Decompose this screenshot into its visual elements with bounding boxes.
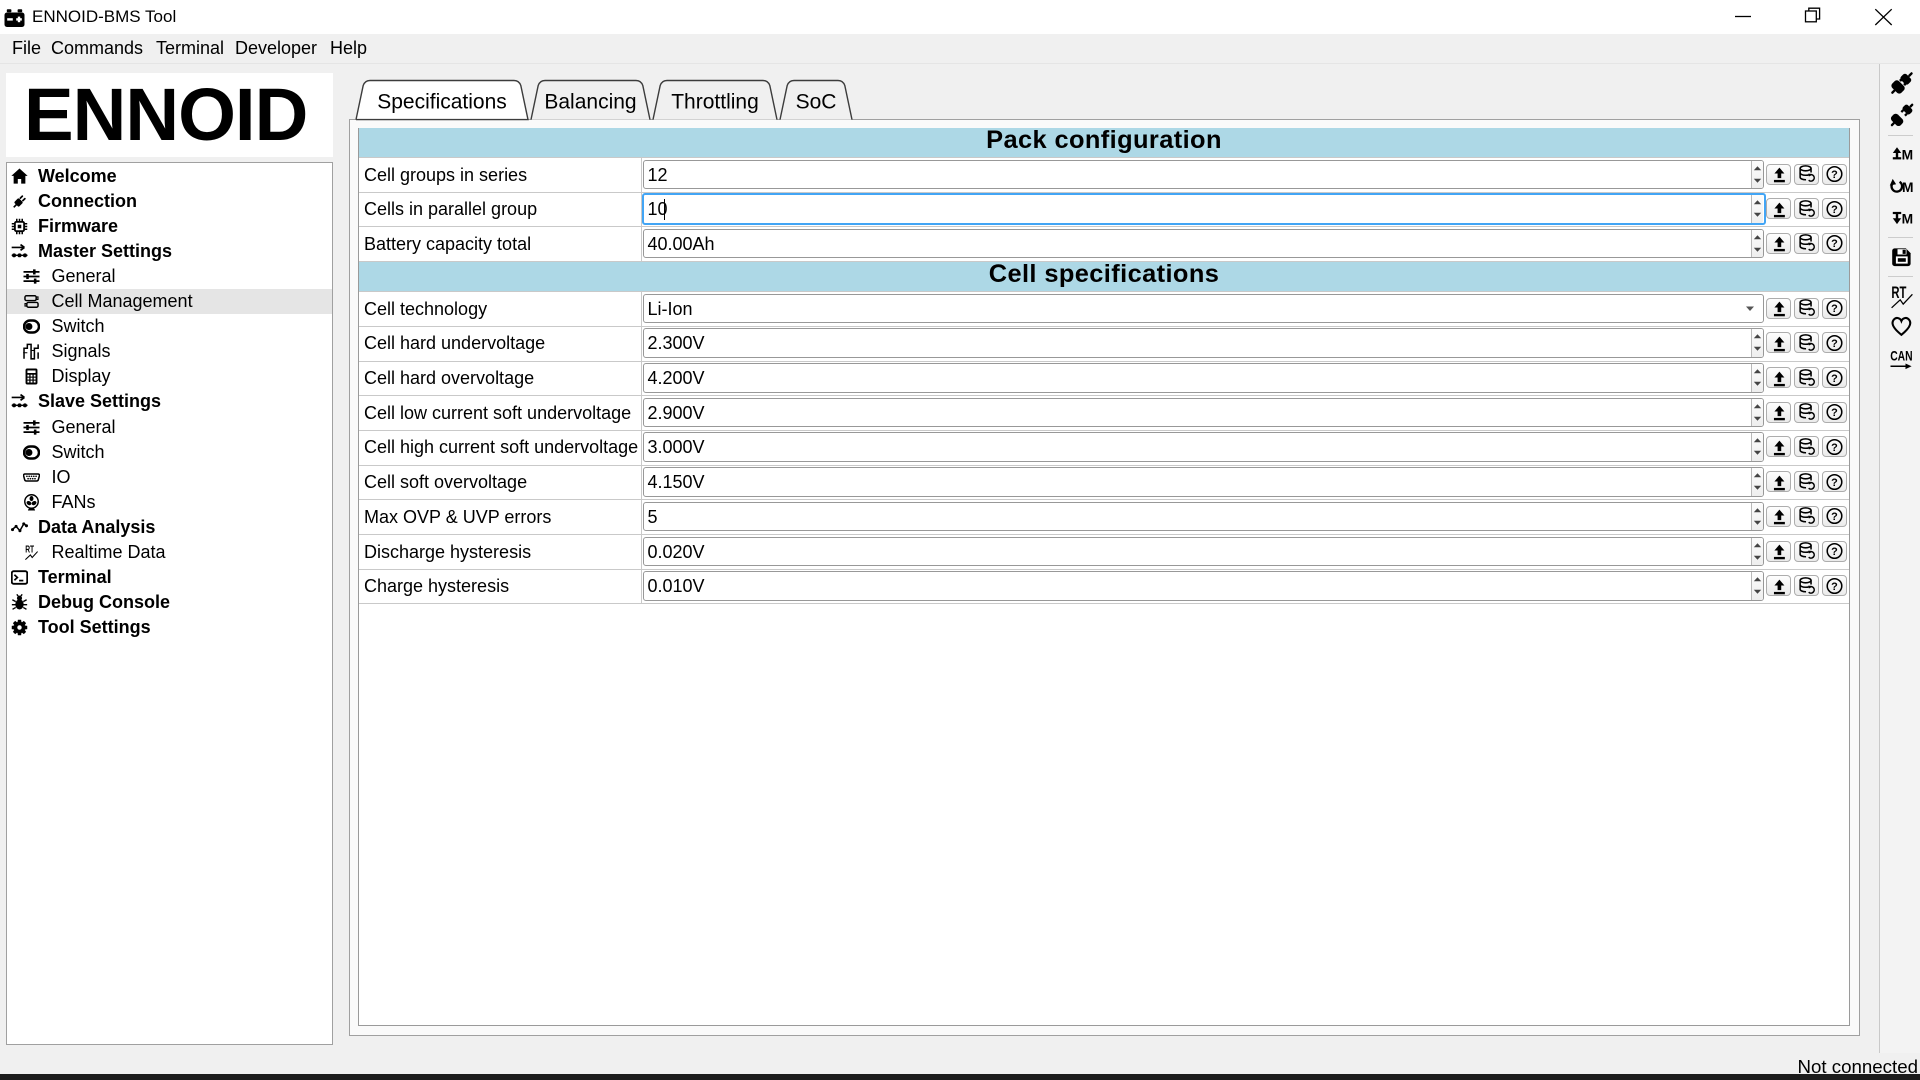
svg-text:?: ?	[1831, 204, 1838, 216]
svg-text:M: M	[1902, 147, 1914, 162]
svg-text:SoC: SoC	[796, 91, 837, 114]
svg-text:M: M	[1902, 180, 1914, 195]
svg-text:?: ?	[1831, 338, 1838, 350]
svg-text:?: ?	[1831, 169, 1838, 181]
svg-text:RT: RT	[25, 545, 34, 556]
svg-text:?: ?	[1831, 442, 1838, 454]
svg-text:RT: RT	[1891, 284, 1906, 302]
svg-text:Specifications: Specifications	[377, 91, 507, 114]
svg-text:?: ?	[1831, 581, 1838, 593]
svg-text:?: ?	[1831, 476, 1838, 488]
svg-text:M: M	[1902, 211, 1914, 226]
svg-text:?: ?	[1831, 238, 1838, 250]
svg-text:Balancing: Balancing	[544, 91, 636, 114]
svg-text:Throttling: Throttling	[671, 91, 759, 114]
svg-text:?: ?	[1831, 511, 1838, 523]
svg-text:?: ?	[1831, 546, 1838, 558]
svg-text:?: ?	[1831, 407, 1838, 419]
svg-text:?: ?	[1831, 372, 1838, 384]
svg-text:CAN: CAN	[1890, 348, 1912, 363]
svg-text:?: ?	[1831, 303, 1838, 315]
